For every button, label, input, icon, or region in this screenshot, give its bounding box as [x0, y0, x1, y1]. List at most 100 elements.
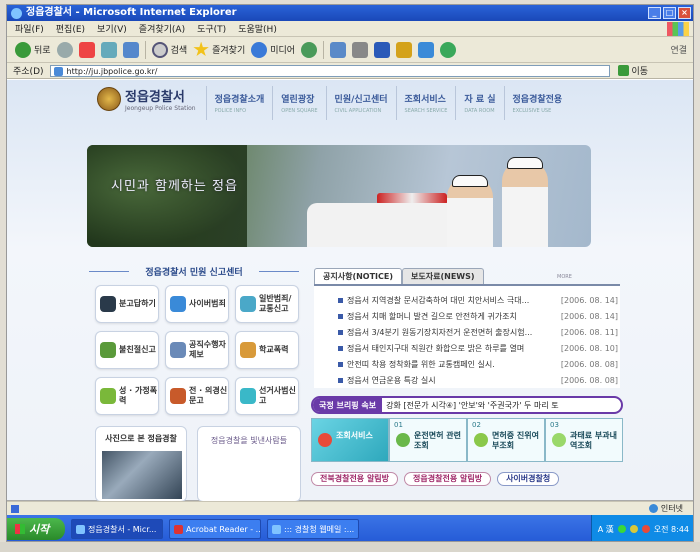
nav-civil-application[interactable]: 민원/신고센터 CIVIL APPLICATION — [325, 86, 396, 120]
home-icon[interactable] — [122, 41, 139, 58]
search-button[interactable]: 검색 — [151, 41, 187, 58]
people-icon[interactable] — [440, 41, 457, 58]
fruit-icon — [318, 433, 332, 447]
service-label: 일반범죄/교통신고 — [259, 294, 292, 313]
task-acrobat[interactable]: Acrobat Reader - ... — [169, 519, 261, 539]
note-icon[interactable] — [396, 41, 413, 58]
service-cyber-crime[interactable]: 사이버범죄 — [165, 285, 229, 323]
media-button[interactable]: 미디어 — [251, 41, 295, 58]
list-item[interactable]: 안전띠 착용 정착화를 위한 교통캠페인 실시. [2006. 08. 08] — [338, 358, 618, 370]
go-button[interactable]: 이동 — [632, 64, 649, 77]
notice-date: [2006. 08. 14] — [560, 311, 618, 321]
clock: 오전 8:44 — [653, 524, 689, 534]
tab-notice[interactable]: 공지사항(NOTICE) — [314, 268, 403, 284]
service-domestic-violence[interactable]: 성 · 가정폭력 — [95, 377, 159, 415]
media-icon — [251, 41, 268, 58]
nav-data-room[interactable]: 자 료 실 DATA ROOM — [455, 86, 503, 120]
forward-button[interactable] — [56, 41, 73, 58]
jeongeup-notice-link[interactable]: 정읍경찰전용 알림방 — [404, 472, 492, 486]
word-icon[interactable] — [374, 41, 391, 58]
honored-people[interactable]: 정읍경찰을 빛낸사람들 — [197, 426, 301, 502]
ime-indicator[interactable]: A 漢 — [598, 524, 614, 535]
list-item[interactable]: 정읍서 치매 할머니 발견 길으로 안전하게 귀가조치 [2006. 08. 14… — [338, 310, 618, 322]
network-icon[interactable] — [617, 525, 626, 533]
service-official-report[interactable]: 공직수행자제보 — [165, 331, 229, 369]
task-label: ::: 경찰청 웹메일 :... — [284, 524, 355, 534]
menu-help[interactable]: 도움말(H) — [238, 22, 277, 35]
civil-center-title: 정읍경찰서 민원 신고센터 — [89, 265, 299, 278]
nav-exclusive-use[interactable]: 정읍경찰전용 EXCLUSIVE USE — [503, 86, 571, 120]
service-school-violence[interactable]: 학교폭력 — [235, 331, 299, 369]
official-icon — [170, 342, 186, 358]
address-input[interactable]: http://ju.jbpolice.go.kr/ — [49, 64, 610, 77]
service-unkindness[interactable]: 불친절신고 — [95, 331, 159, 369]
tab-news[interactable]: 보도자료(NEWS) — [402, 268, 484, 284]
menu-tools[interactable]: 도구(T) — [197, 22, 226, 35]
breaking-label: 국정 브리핑 속보 — [313, 398, 383, 412]
stop-icon[interactable] — [78, 41, 95, 58]
quick-license-search[interactable]: 01 운전면허 관련조회 — [389, 418, 467, 462]
antivirus-icon[interactable] — [641, 525, 650, 533]
history-icon[interactable] — [301, 41, 318, 58]
cyber-icon — [170, 296, 186, 312]
service-label: 사이버범죄 — [189, 299, 226, 308]
go-arrow-icon[interactable] — [617, 65, 629, 76]
ie-icon — [76, 524, 85, 534]
service-conscript-petition[interactable]: 전 · 의경신문고 — [165, 377, 229, 415]
nav-open-square[interactable]: 열린광장 OPEN SQUARE — [272, 86, 325, 120]
breaking-news-ticker[interactable]: 국정 브리핑 속보 강화 [전문가 시각④] '안보'와 '주권국가' 두 마리… — [311, 396, 623, 414]
notice-date: [2006. 08. 11] — [560, 327, 618, 337]
start-button[interactable]: 시작 — [7, 518, 65, 540]
photo-gallery[interactable]: 사진으로 본 정읍경찰 — [95, 426, 187, 502]
notice-tabs: 공지사항(NOTICE) 보도자료(NEWS) — [314, 268, 484, 284]
globe-icon — [648, 504, 658, 513]
menu-favorites[interactable]: 즐겨찾기(A) — [139, 22, 185, 35]
menu-view[interactable]: 보기(V) — [97, 22, 127, 35]
list-item[interactable]: 정읍서 연금운용 특강 실시 [2006. 08. 08] — [338, 374, 618, 386]
banner-trees — [87, 145, 247, 247]
list-item[interactable]: 정읍서 태인지구대 직원간 화합으로 밝은 하루를 열며 [2006. 08. 1… — [338, 342, 618, 354]
service-qa[interactable]: 분고답하기 — [95, 285, 159, 323]
close-button[interactable]: × — [678, 7, 691, 19]
quick-license-verify[interactable]: 02 면허증 진위여부조회 — [467, 418, 545, 462]
site-logo[interactable]: 정읍경찰서 Jeongeup Police Station — [97, 86, 196, 112]
volume-icon[interactable] — [629, 525, 638, 533]
license-icon — [474, 433, 488, 447]
menu-file[interactable]: 파일(F) — [15, 22, 44, 35]
service-general-crime[interactable]: 일반범죄/교통신고 — [235, 285, 299, 323]
banner-slogan: 시민과 함께하는 정읍 — [111, 179, 238, 194]
links-label[interactable]: 연결 — [670, 43, 693, 56]
refresh-icon[interactable] — [100, 41, 117, 58]
security-zone: 인터넷 — [648, 503, 693, 514]
nav-search-service[interactable]: 조회서비스 SEARCH SERVICE — [395, 86, 456, 120]
cyber-police-link[interactable]: 사이버경찰청 — [497, 472, 560, 486]
nav-police-info[interactable]: 정읍경찰소개 POLICE INFO — [205, 86, 273, 120]
task-ie[interactable]: 정읍경찰서 - Micr... — [71, 519, 163, 539]
service-election-report[interactable]: 선거사범신고 — [235, 377, 299, 415]
logo-subtitle: Jeongeup Police Station — [125, 105, 196, 112]
messenger-icon[interactable] — [418, 41, 435, 58]
minimize-button[interactable]: _ — [648, 7, 661, 19]
list-item[interactable]: 정읍서 지역경찰 문서감축하여 대민 치안서비스 극대... [2006. 08.… — [338, 294, 618, 306]
quick-label: 운전면허 관련조회 — [414, 431, 461, 450]
mail-icon[interactable] — [330, 41, 347, 58]
back-button[interactable]: 뒤로 — [15, 41, 51, 58]
quick-fine-search[interactable]: 03 과태료 부과내역조회 — [545, 418, 623, 462]
print-icon[interactable] — [352, 41, 369, 58]
task-webmail[interactable]: ::: 경찰청 웹메일 :... — [267, 519, 359, 539]
ie-logo-icon — [11, 7, 22, 19]
jeonbuk-notice-link[interactable]: 전북경찰전용 알림방 — [311, 472, 399, 486]
menu-edit[interactable]: 편집(E) — [56, 22, 85, 35]
nav-sub: POLICE INFO — [214, 108, 247, 114]
service-label: 학교폭력 — [259, 345, 289, 354]
maximize-button[interactable]: □ — [663, 7, 676, 19]
service-label: 성 · 가정폭력 — [119, 386, 158, 405]
qa-icon — [100, 296, 116, 312]
list-item[interactable]: 정읍서 3/4분기 원동기장치자전거 운전면허 출장시험... [2006. 08… — [338, 326, 618, 338]
breaking-text[interactable]: 강화 [전문가 시각④] '안보'와 '주권국가' 두 마리 토 — [382, 400, 559, 411]
quick-search-services: 조회서비스 01 운전면허 관련조회 02 면허증 진위여부조회 03 과태료 … — [311, 418, 623, 462]
favorites-button[interactable]: 즐겨찾기 — [193, 41, 246, 58]
favorites-label: 즐겨찾기 — [212, 46, 246, 56]
gallery-image[interactable] — [102, 451, 182, 499]
more-link[interactable]: MORE — [557, 274, 572, 280]
